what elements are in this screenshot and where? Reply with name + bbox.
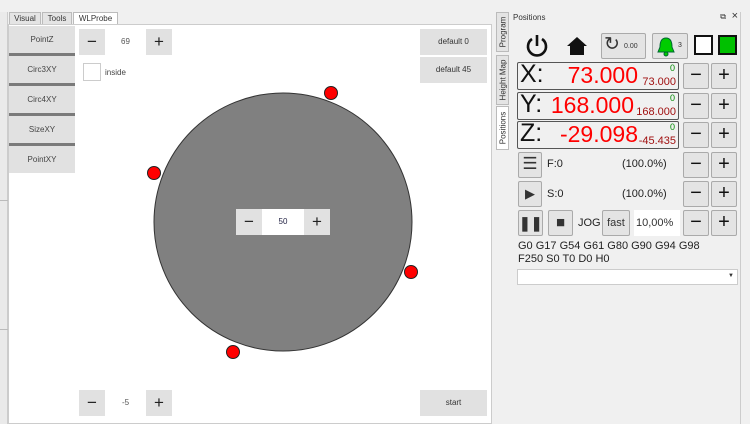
center-stepper-value[interactable]: 50: [262, 209, 304, 235]
bell-button[interactable]: 3: [652, 33, 688, 59]
increment-button[interactable]: +: [146, 390, 172, 416]
power-icon[interactable]: [524, 33, 550, 59]
x-minus-button[interactable]: −: [683, 63, 709, 89]
bell-icon: [657, 37, 675, 57]
probe-point: [324, 86, 338, 100]
z-position-display: Z: -29.098 -45.435 0: [517, 119, 679, 149]
x-plus-button[interactable]: +: [711, 63, 737, 89]
axis-label: Z:: [520, 119, 543, 147]
dock-title: Positions: [513, 13, 546, 22]
gcode-modal-state: F250 S0 T0 D0 H0: [518, 253, 610, 265]
jog-minus-button[interactable]: −: [683, 210, 709, 236]
dock-border: [740, 12, 750, 424]
decrement-button[interactable]: −: [236, 209, 262, 235]
tab-label: Program: [498, 16, 507, 48]
play-icon: ▶: [525, 186, 535, 201]
tab-height-map[interactable]: Height Map: [496, 55, 509, 105]
spindle-value: 0.00: [624, 43, 638, 50]
y-position-display: Y: 168.000 168.000 0: [517, 90, 679, 120]
rotate-icon: ↻: [604, 34, 620, 55]
y-offset: 0: [669, 93, 675, 103]
gcode-modal-state: G0 G17 G54 G61 G80 G90 G94 G98: [518, 240, 700, 252]
jog-step-input[interactable]: 10,00%: [634, 210, 680, 236]
spindle-plus-button[interactable]: +: [711, 181, 737, 207]
feed-percent: (100.0%): [622, 158, 667, 170]
bottom-stepper-value[interactable]: -5: [105, 390, 146, 416]
x-position-display: X: 73.000 73.000 0: [517, 60, 679, 90]
tab-program[interactable]: Program: [496, 12, 509, 52]
axis-label: Y:: [520, 90, 543, 118]
y-plus-button[interactable]: +: [711, 93, 737, 119]
feed-minus-button[interactable]: −: [683, 152, 709, 178]
probe-point: [226, 345, 240, 359]
probe-point: [404, 265, 418, 279]
bell-count: 3: [678, 42, 682, 49]
pause-icon: ❚❚: [519, 215, 543, 231]
x-offset: 0: [669, 63, 675, 73]
jog-plus-button[interactable]: +: [711, 210, 737, 236]
tab-label: Positions: [498, 111, 507, 145]
status-indicator-green: [718, 35, 737, 55]
spindle-percent: (100.0%): [622, 188, 667, 200]
start-button[interactable]: start: [420, 390, 487, 416]
bottom-stepper: − -5 +: [79, 390, 172, 416]
z-plus-button[interactable]: +: [711, 122, 737, 148]
x-work-position: 73.000: [567, 62, 638, 88]
home-icon[interactable]: [566, 36, 588, 56]
feed-menu-button[interactable]: ☰: [518, 152, 542, 178]
decrement-button[interactable]: −: [79, 390, 105, 416]
probe-point: [147, 166, 161, 180]
feed-value: F:0: [547, 158, 563, 170]
spindle-button[interactable]: ↻ 0.00: [601, 33, 646, 59]
z-machine-position: -45.435: [638, 135, 676, 147]
z-offset: 0: [669, 122, 675, 132]
jog-label: JOG: [578, 217, 601, 229]
stop-icon: ■: [555, 214, 566, 231]
y-work-position: 168.000: [550, 92, 634, 118]
feed-plus-button[interactable]: +: [711, 152, 737, 178]
y-minus-button[interactable]: −: [683, 93, 709, 119]
float-icon[interactable]: ⧉: [720, 12, 726, 22]
jog-fast-button[interactable]: fast: [602, 210, 630, 236]
axis-label: X:: [520, 60, 544, 88]
spindle-start-button[interactable]: ▶: [518, 181, 542, 207]
y-machine-position: 168.000: [636, 106, 676, 118]
spindle-speed: S:0: [547, 188, 564, 200]
z-minus-button[interactable]: −: [683, 122, 709, 148]
increment-button[interactable]: +: [304, 209, 330, 235]
close-icon[interactable]: ×: [732, 10, 738, 22]
stop-button[interactable]: ■: [548, 210, 573, 236]
spindle-minus-button[interactable]: −: [683, 181, 709, 207]
tab-label: Height Map: [498, 59, 507, 101]
z-work-position: -29.098: [559, 121, 638, 147]
menu-icon: ☰: [522, 154, 538, 173]
status-indicator-white: [694, 35, 713, 55]
tab-positions[interactable]: Positions: [496, 106, 509, 150]
left-edge-divider: [0, 200, 8, 330]
x-machine-position: 73.000: [642, 76, 676, 88]
pause-button[interactable]: ❚❚: [518, 210, 543, 236]
command-combobox[interactable]: ▼: [517, 269, 738, 285]
center-stepper: − 50 +: [236, 209, 330, 235]
chevron-down-icon: ▼: [728, 273, 734, 279]
dock-title-bar: Positions ⧉ ×: [509, 10, 740, 24]
